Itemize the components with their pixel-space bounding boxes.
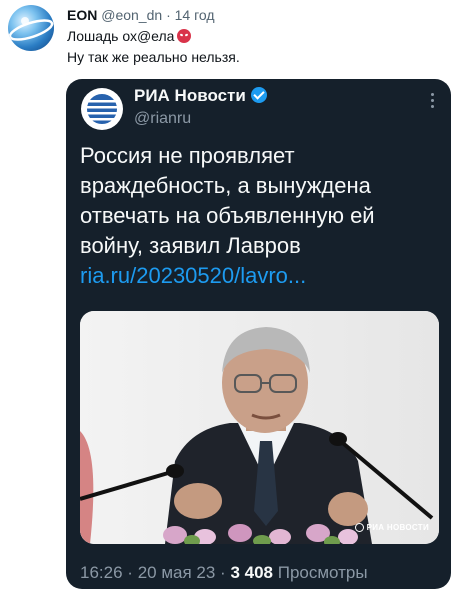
quoted-tweet-text: Россия не проявляет враждебность, а выну…: [80, 141, 440, 291]
news-photo[interactable]: РИА НОВОСТИ: [80, 311, 439, 544]
article-link[interactable]: ria.ru/20230520/lavro...: [80, 261, 440, 291]
quoted-handle[interactable]: @rianru: [134, 110, 191, 128]
quoted-display-name[interactable]: РИА Новости: [134, 86, 267, 106]
watermark-text: РИА НОВОСТИ: [366, 523, 429, 532]
speaker-photo-illustration: [80, 311, 439, 544]
quoted-text-line: враждебность, а вынуждена: [80, 173, 371, 198]
ria-watermark-icon: [354, 523, 364, 532]
tweet-text-line-1: Лошадь ох@ела: [67, 28, 192, 44]
quoted-tweet-card[interactable]: РИА Новости @rianru Россия не проявляет …: [66, 79, 451, 589]
quoted-date[interactable]: 20 мая 23: [138, 563, 216, 582]
planet-logo-icon: [8, 17, 54, 41]
tweet-text-line-2: Ну так же реально нельзя.: [67, 49, 240, 65]
tweet-text: Лошадь ох@ела: [67, 28, 175, 44]
user-handle[interactable]: @eon_dn: [101, 7, 162, 23]
display-name[interactable]: EON: [67, 7, 97, 23]
views-label[interactable]: Просмотры: [278, 563, 368, 582]
quoted-text-line: Россия не проявляет: [80, 143, 295, 168]
quoted-name-text: РИА Новости: [134, 86, 246, 105]
quoted-time[interactable]: 16:26: [80, 563, 123, 582]
quoted-text-line: войну, заявил Лавров: [80, 233, 301, 258]
angry-face-icon: [177, 29, 192, 43]
user-avatar[interactable]: [8, 5, 54, 51]
verified-badge-icon: [250, 87, 267, 103]
quoted-text-line: отвечать на объявленную ей: [80, 203, 375, 228]
separator-dot: ·: [166, 7, 171, 23]
more-options-icon[interactable]: [431, 93, 435, 109]
meta-separator: ·: [127, 563, 133, 582]
tweet-timestamp[interactable]: 14 год: [175, 7, 215, 23]
ria-logo-icon[interactable]: [81, 88, 123, 130]
meta-separator: ·: [220, 563, 226, 582]
tweet-meta: 16:26 · 20 мая 23 · 3 408 Просмотры: [80, 563, 368, 583]
views-count[interactable]: 3 408: [230, 563, 273, 582]
tweet-header: EON @eon_dn · 14 год: [67, 7, 215, 23]
photo-watermark: РИА НОВОСТИ: [354, 523, 429, 532]
